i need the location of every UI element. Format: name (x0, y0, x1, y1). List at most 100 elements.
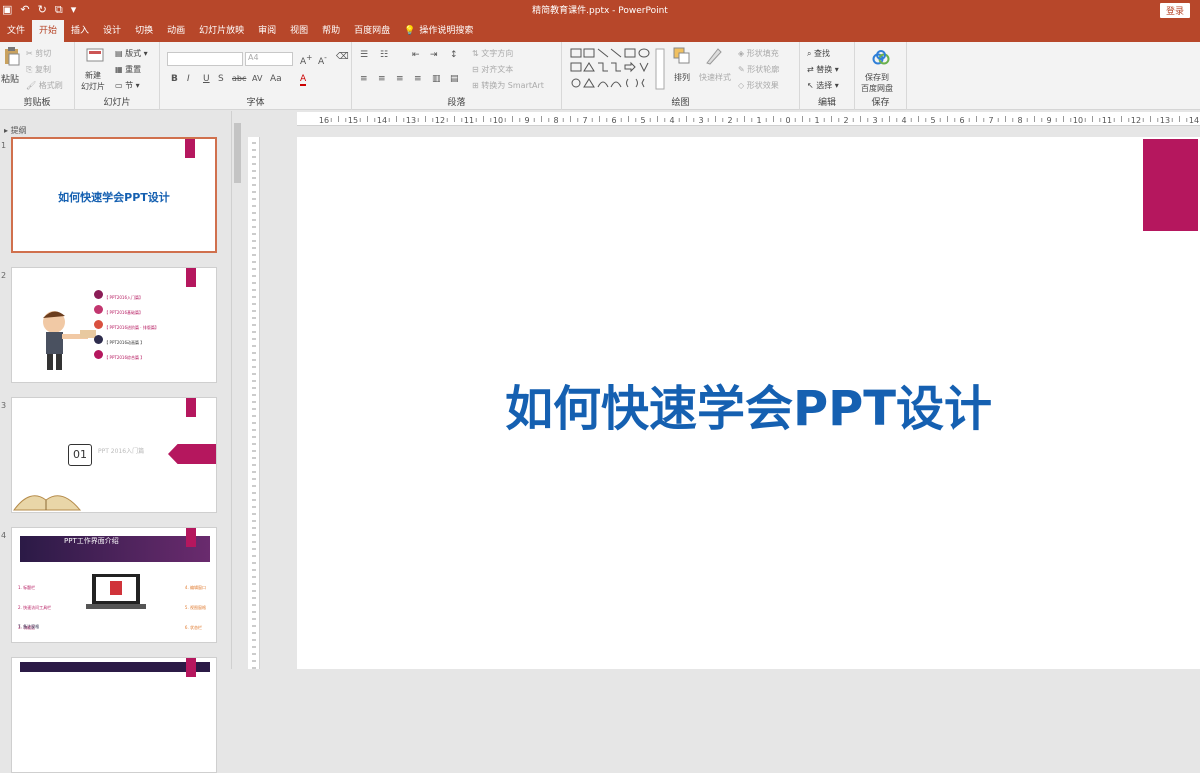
align-center-icon[interactable]: ≡ (378, 74, 386, 84)
outline-icon: ✎ (738, 65, 748, 74)
strikethrough-button[interactable]: abc (232, 74, 246, 83)
align-text-button[interactable]: ⊟ 对齐文本 (472, 64, 513, 75)
italic-button[interactable]: I (187, 74, 190, 84)
fill-icon: ◈ (738, 49, 747, 58)
font-size-combo[interactable]: A4 (245, 52, 293, 66)
group-drawing: 排列 快速样式 ◈ 形状填充 ✎ 形状轮廓 ◇ 形状效果 绘图 (562, 42, 800, 110)
header-banner (20, 662, 210, 672)
outline-label[interactable]: ▸ 提纲 (4, 125, 27, 136)
slide-title[interactable]: 如何快速学会PPT设计 (297, 369, 1200, 439)
tab-insert[interactable]: 插入 (64, 20, 96, 42)
reset-button[interactable]: ▦ 重置 (115, 64, 141, 75)
accent-bar (186, 398, 196, 417)
tab-home[interactable]: 开始 (32, 20, 65, 42)
tab-slideshow[interactable]: 幻灯片放映 (192, 20, 251, 42)
quick-styles-icon[interactable] (704, 46, 724, 66)
slide-thumb-3[interactable]: 01 PPT 2016入门篇 (11, 397, 217, 513)
text-direction-button[interactable]: ⇅ 文字方向 (472, 48, 513, 59)
underline-button[interactable]: U (203, 74, 210, 84)
tell-me-search[interactable]: 💡 操作说明搜索 (397, 20, 480, 42)
paste-button[interactable]: 粘贴 (1, 72, 19, 85)
new-slide-button[interactable]: 新建 幻灯片 (81, 70, 105, 92)
slide-thumb-5[interactable] (11, 657, 217, 773)
ruler-tick-label: 5 (930, 116, 935, 125)
shape-outline-button[interactable]: ✎ 形状轮廓 (738, 64, 779, 75)
slide-4-header: PPT工作界面介绍 (64, 537, 119, 545)
ui-label: 7. 备注窗格 (18, 624, 40, 629)
reset-icon: ▦ (115, 65, 126, 74)
shapes-gallery-icon[interactable] (570, 47, 665, 91)
slide-thumb-4[interactable]: PPT工作界面介绍 1. 标题栏 2. 快速访问工具栏 3. 功能区 4. 编辑… (11, 527, 217, 643)
font-color-button[interactable]: A (300, 74, 307, 86)
replace-icon: ⇄ (807, 65, 817, 74)
ruler-tick-label: 12 (435, 116, 445, 125)
arrange-button[interactable]: 排列 (674, 72, 690, 83)
shape-fill-button[interactable]: ◈ 形状填充 (738, 48, 779, 59)
baidu-cloud-icon[interactable] (871, 48, 891, 68)
group-font: A4 A+ A- ⌫ B I U S abc AV Aa A 字体 (160, 42, 352, 110)
justify-icon[interactable]: ≡ (414, 74, 422, 84)
tab-view[interactable]: 视图 (283, 20, 315, 42)
ruler-tick-label: 1 (814, 116, 819, 125)
thumbnail-scrollbar[interactable] (231, 111, 242, 669)
tab-transitions[interactable]: 切换 (128, 20, 160, 42)
shrink-font-icon[interactable]: A- (318, 53, 327, 67)
tab-baidu-netdisk[interactable]: 百度网盘 (347, 20, 397, 42)
decrease-indent-icon[interactable]: ⇤ (412, 50, 420, 60)
vertical-ruler (248, 137, 260, 669)
slide-thumb-1[interactable]: 如何快速学会PPT设计 (11, 137, 217, 253)
group-label-font: 字体 (246, 98, 265, 108)
smartart-button[interactable]: ⊞ 转换为 SmartArt (472, 80, 544, 91)
group-label-slides: 幻灯片 (103, 98, 131, 108)
clear-format-icon[interactable]: ⌫ (336, 52, 349, 62)
change-case-button[interactable]: Aa (270, 74, 282, 84)
char-spacing-button[interactable]: AV (252, 74, 262, 83)
numbering-icon[interactable]: ☷ (380, 50, 388, 60)
slide-canvas[interactable]: 如何快速学会PPT设计 (297, 137, 1200, 669)
section-title: PPT 2016入门篇 (98, 448, 145, 455)
distribute-icon[interactable]: ▥ (432, 74, 441, 84)
format-painter-button[interactable]: 🖌 格式刷 (26, 80, 63, 91)
scrollbar-thumb[interactable] (234, 123, 241, 183)
ruler-tick-label: 9 (1046, 116, 1051, 125)
login-button[interactable]: 登录 (1159, 3, 1190, 18)
ruler-tick-label: 6 (611, 116, 616, 125)
font-family-combo[interactable] (167, 52, 243, 66)
paste-icon[interactable] (2, 46, 22, 66)
cut-button[interactable]: ✂ 剪切 (26, 48, 51, 59)
tab-design[interactable]: 设计 (96, 20, 128, 42)
new-slide-icon[interactable] (85, 46, 105, 66)
ui-label: 5. 视图窗格 (184, 605, 206, 610)
grow-font-icon[interactable]: A+ (300, 53, 312, 67)
increase-indent-icon[interactable]: ⇥ (430, 50, 438, 60)
smartart-icon: ⊞ (472, 81, 482, 90)
section-button[interactable]: ▭ 节 ▾ (115, 80, 140, 91)
save-to-baidu-button[interactable]: 保存到 百度网盘 (861, 72, 893, 94)
group-save: 保存到 百度网盘 保存 (855, 42, 907, 110)
align-left-icon[interactable]: ≡ (360, 74, 368, 84)
shadow-button[interactable]: S (218, 74, 224, 84)
select-button[interactable]: ↖ 选择 ▾ (807, 80, 839, 91)
tab-review[interactable]: 审阅 (251, 20, 283, 42)
arrange-icon[interactable] (672, 46, 692, 66)
ui-label: 1. 标题栏 (18, 585, 36, 590)
slide-thumb-2[interactable]: 【 PPT2016入门篇】 【 PPT2016基础篇】 【 PPT2016进阶篇… (11, 267, 217, 383)
ruler-ticks: 16 15 14 13 12 11 10 9 8 7 6 5 4 3 2 1 0 1 2 3 4 5 6 7 8 9 10 11 12 1… (319, 116, 1199, 125)
tab-animations[interactable]: 动画 (160, 20, 192, 42)
align-right-icon[interactable]: ≡ (396, 74, 404, 84)
find-button[interactable]: ⌕ 查找 (807, 48, 830, 59)
replace-button[interactable]: ⇄ 替换 ▾ (807, 64, 839, 75)
tab-file[interactable]: 文件 (0, 20, 32, 42)
columns-icon[interactable]: ▤ (450, 74, 459, 84)
bullets-icon[interactable]: ☰ (360, 50, 368, 60)
ruler-tick-label: 6 (959, 116, 964, 125)
tab-help[interactable]: 帮助 (315, 20, 347, 42)
group-label-clipboard: 剪贴板 (23, 98, 51, 108)
copy-button[interactable]: ⎘ 复制 (26, 64, 51, 75)
bold-button[interactable]: B (171, 74, 178, 84)
cartoon-teacher-icon (43, 311, 96, 370)
layout-button[interactable]: ▤ 版式 ▾ (115, 48, 148, 59)
line-spacing-icon[interactable]: ↕ (450, 50, 458, 60)
quick-styles-button[interactable]: 快速样式 (699, 72, 731, 83)
shape-effects-button[interactable]: ◇ 形状效果 (738, 80, 779, 91)
